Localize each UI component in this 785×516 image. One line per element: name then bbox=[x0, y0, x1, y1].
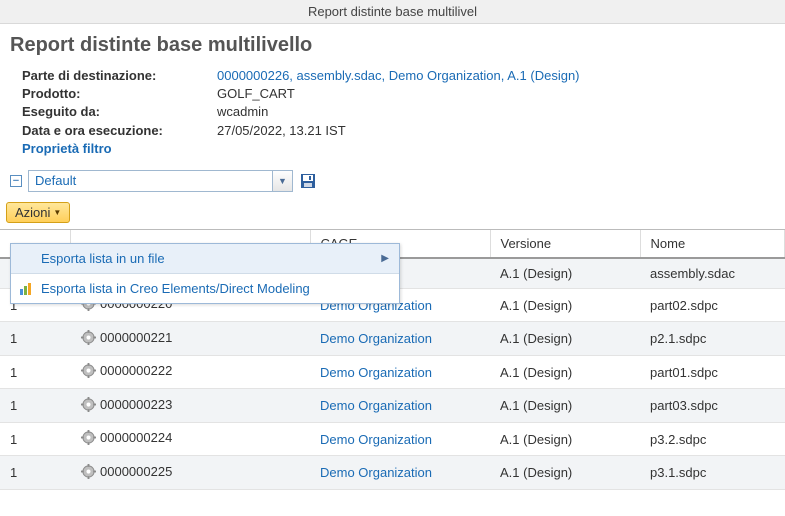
cell-organization[interactable]: Demo Organization bbox=[310, 322, 490, 356]
cell-level: 1 bbox=[0, 456, 70, 490]
cell-version: A.1 (Design) bbox=[490, 422, 640, 456]
product-label: Prodotto: bbox=[22, 85, 217, 103]
cell-number: 0000000221 bbox=[70, 322, 310, 356]
target-part-label: Parte di destinazione: bbox=[22, 67, 217, 85]
product-value: GOLF_CART bbox=[217, 85, 295, 103]
gear-icon bbox=[80, 329, 96, 345]
gear-icon bbox=[80, 463, 96, 479]
cell-organization[interactable]: Demo Organization bbox=[310, 389, 490, 423]
filter-properties-link[interactable]: Proprietà filtro bbox=[22, 140, 112, 158]
executed-by-value: wcadmin bbox=[217, 103, 268, 121]
cell-name: p3.1.sdpc bbox=[640, 456, 785, 490]
submenu-arrow-icon: ▶ bbox=[381, 253, 389, 264]
actions-button-label: Azioni bbox=[15, 205, 50, 220]
cell-organization[interactable]: Demo Organization bbox=[310, 422, 490, 456]
report-meta: Parte di destinazione: 0000000226, assem… bbox=[0, 65, 785, 166]
view-selector-row: − ▼ bbox=[0, 166, 785, 198]
gear-icon bbox=[80, 396, 96, 412]
actions-button[interactable]: Azioni ▼ bbox=[6, 202, 70, 223]
chevron-down-icon[interactable]: ▼ bbox=[272, 171, 292, 191]
menu-item-label: Esporta lista in Creo Elements/Direct Mo… bbox=[41, 281, 310, 296]
page-title: Report distinte base multilivello bbox=[0, 24, 785, 65]
cell-name: p2.1.sdpc bbox=[640, 322, 785, 356]
cell-name: part02.sdpc bbox=[640, 288, 785, 322]
cell-level: 1 bbox=[0, 422, 70, 456]
actions-menu: Esporta lista in un file ▶ Esporta lista… bbox=[10, 243, 400, 304]
target-part-link[interactable]: 0000000226, assembly.sdac, Demo Organiza… bbox=[217, 67, 580, 85]
cell-organization[interactable]: Demo Organization bbox=[310, 355, 490, 389]
view-combobox-input[interactable] bbox=[29, 173, 272, 188]
cell-name: p3.2.sdpc bbox=[640, 422, 785, 456]
column-version: Versione bbox=[490, 230, 640, 258]
datetime-value: 27/05/2022, 13.21 IST bbox=[217, 122, 346, 140]
cell-version: A.1 (Design) bbox=[490, 456, 640, 490]
menu-item-label: Esporta lista in un file bbox=[41, 251, 165, 266]
cell-number: 0000000223 bbox=[70, 389, 310, 423]
executed-by-label: Eseguito da: bbox=[22, 103, 217, 121]
save-icon[interactable] bbox=[299, 172, 317, 190]
column-name: Nome bbox=[640, 230, 785, 258]
window-titlebar: Report distinte base multilivel bbox=[0, 0, 785, 24]
cell-version: A.1 (Design) bbox=[490, 258, 640, 289]
cell-level: 1 bbox=[0, 355, 70, 389]
table-row[interactable]: 10000000223Demo OrganizationA.1 (Design)… bbox=[0, 389, 785, 423]
table-row[interactable]: 10000000221Demo OrganizationA.1 (Design)… bbox=[0, 322, 785, 356]
cell-name: part03.sdpc bbox=[640, 389, 785, 423]
gear-icon bbox=[80, 430, 96, 446]
cell-number: 0000000224 bbox=[70, 422, 310, 456]
gear-icon bbox=[80, 363, 96, 379]
table-row[interactable]: 10000000222Demo OrganizationA.1 (Design)… bbox=[0, 355, 785, 389]
datetime-label: Data e ora esecuzione: bbox=[22, 122, 217, 140]
cell-name: part01.sdpc bbox=[640, 355, 785, 389]
cell-number: 0000000225 bbox=[70, 456, 310, 490]
table-row[interactable]: 10000000225Demo OrganizationA.1 (Design)… bbox=[0, 456, 785, 490]
cell-version: A.1 (Design) bbox=[490, 288, 640, 322]
menu-export-creo[interactable]: Esporta lista in Creo Elements/Direct Mo… bbox=[11, 274, 399, 303]
window-title: Report distinte base multilivel bbox=[308, 4, 477, 19]
cell-version: A.1 (Design) bbox=[490, 355, 640, 389]
cell-organization[interactable]: Demo Organization bbox=[310, 456, 490, 490]
cell-level: 1 bbox=[0, 389, 70, 423]
chevron-down-icon: ▼ bbox=[53, 208, 61, 217]
cell-number: 0000000222 bbox=[70, 355, 310, 389]
cell-version: A.1 (Design) bbox=[490, 322, 640, 356]
table-row[interactable]: 10000000224Demo OrganizationA.1 (Design)… bbox=[0, 422, 785, 456]
view-combobox[interactable]: ▼ bbox=[28, 170, 293, 192]
cell-name: assembly.sdac bbox=[640, 258, 785, 289]
menu-export-list-to-file[interactable]: Esporta lista in un file ▶ bbox=[11, 244, 399, 273]
cell-level: 1 bbox=[0, 322, 70, 356]
collapse-icon[interactable]: − bbox=[10, 175, 22, 187]
cell-version: A.1 (Design) bbox=[490, 389, 640, 423]
chart-icon bbox=[19, 281, 41, 296]
